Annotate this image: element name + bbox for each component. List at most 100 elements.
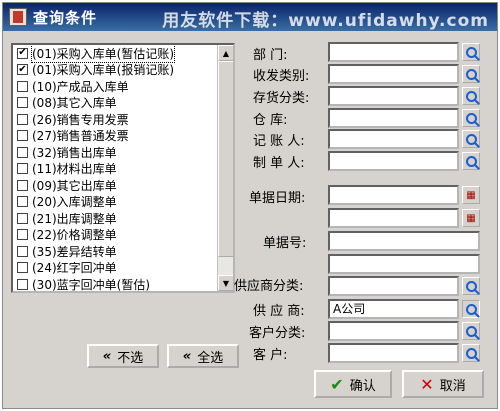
document-type-list[interactable]: ✔ (01)采购入库单(暂估记账) ✔ (01)采购入库单(报销记账) (10)产成品入… — [11, 43, 235, 293]
cancel-button[interactable]: ✕ 取消 — [402, 370, 484, 398]
inventory-category-field[interactable] — [328, 86, 459, 106]
customer-label: 客 户: — [253, 348, 288, 363]
deselect-all-button[interactable]: « 不选 — [87, 344, 159, 368]
list-item[interactable]: (21)出库调整单 — [13, 210, 233, 227]
list-item[interactable]: (08)其它入库单 — [13, 95, 233, 112]
list-item[interactable]: (26)销售专用发票 — [13, 111, 233, 128]
list-item-label: (09)其它出库单 — [32, 178, 117, 193]
cancel-x-icon: ✕ — [420, 374, 434, 394]
list-item[interactable]: ✔ (01)采购入库单(暂估记账) — [13, 45, 233, 63]
search-icon — [465, 46, 477, 58]
checkbox-icon[interactable] — [17, 146, 28, 158]
list-item[interactable]: (32)销售出库单 — [13, 144, 233, 161]
checkbox-icon[interactable] — [17, 262, 28, 274]
checkbox-checked-icon[interactable]: ✔ — [17, 47, 28, 59]
search-icon — [465, 155, 477, 167]
customer-field[interactable] — [328, 343, 459, 363]
select-all-button[interactable]: « 全选 — [167, 344, 239, 368]
checkbox-checked-icon[interactable]: ✔ — [17, 64, 28, 76]
checkbox-icon[interactable] — [17, 179, 28, 191]
list-item[interactable]: (27)销售普通发票 — [13, 128, 233, 145]
deselect-icon: « — [102, 348, 112, 364]
cancel-label: 取消 — [439, 378, 466, 394]
customer-category-field[interactable] — [328, 321, 459, 341]
scroll-up-button[interactable]: ▲ — [218, 45, 233, 61]
department-label: 部 门: — [253, 48, 288, 63]
maker-lookup-button[interactable] — [462, 152, 480, 170]
checkbox-icon[interactable] — [17, 196, 28, 208]
checkbox-icon[interactable] — [17, 229, 28, 241]
list-item-label: (27)销售普通发票 — [32, 129, 129, 144]
list-item[interactable]: (10)产成品入库单 — [13, 78, 233, 95]
list-item-label: (08)其它入库单 — [32, 96, 117, 111]
inventory-category-lookup-button[interactable] — [462, 87, 480, 105]
department-field[interactable] — [328, 42, 459, 62]
txn-category-label: 收发类别: — [253, 69, 310, 84]
scroll-down-button[interactable]: ▼ — [218, 275, 233, 291]
ok-button[interactable]: ✔ 确认 — [314, 370, 392, 398]
customer-category-lookup-button[interactable] — [462, 322, 480, 340]
checkbox-icon[interactable] — [17, 130, 28, 142]
bookkeeper-lookup-button[interactable] — [462, 130, 480, 148]
txn-category-field[interactable] — [328, 64, 459, 84]
supplier-category-lookup-button[interactable] — [462, 277, 480, 295]
list-item[interactable]: (22)价格调整单 — [13, 227, 233, 244]
warehouse-lookup-button[interactable] — [462, 109, 480, 127]
warehouse-field[interactable] — [328, 108, 459, 128]
list-item[interactable]: (20)入库调整单 — [13, 194, 233, 211]
doc-no-to-field[interactable] — [328, 254, 480, 274]
maker-label: 制 单 人: — [253, 156, 305, 171]
list-item[interactable]: (35)差异结转单 — [13, 243, 233, 260]
search-icon — [465, 90, 477, 102]
maker-field[interactable] — [328, 151, 459, 171]
search-icon — [465, 112, 477, 124]
watermark: 用友软件下载：www.ufidawhy.com — [162, 11, 489, 31]
date-to-field[interactable] — [328, 208, 459, 228]
list-item[interactable]: (30)蓝字回冲单(暂估) — [13, 276, 233, 291]
select-all-icon: « — [182, 348, 192, 364]
list-item[interactable]: ✔ (01)采购入库单(报销记账) — [13, 62, 233, 79]
list-item[interactable]: (11)材料出库单 — [13, 161, 233, 178]
arrow-down-icon: ▼ — [222, 278, 230, 288]
list-item-label: (01)采购入库单(暂估记账) — [31, 45, 175, 63]
department-lookup-button[interactable] — [462, 43, 480, 61]
list-item[interactable]: (09)其它出库单 — [13, 177, 233, 194]
list-item-label: (21)出库调整单 — [32, 211, 117, 226]
checkbox-icon[interactable] — [17, 97, 28, 109]
txn-category-lookup-button[interactable] — [462, 65, 480, 83]
supplier-category-label: 供应商分类: — [234, 279, 304, 294]
search-icon — [465, 133, 477, 145]
bookkeeper-field[interactable] — [328, 129, 459, 149]
query-condition-dialog: 查询条件 用友软件下载：www.ufidawhy.com ✔ (01)采购入库单(… — [2, 2, 498, 409]
list-scrollbar[interactable]: ▲ ▼ — [217, 45, 233, 291]
checkbox-icon[interactable] — [17, 278, 28, 290]
date-to-calendar-button[interactable]: ▦ — [462, 209, 480, 227]
list-item-label: (22)价格调整单 — [32, 228, 117, 243]
window-title: 查询条件 — [33, 8, 98, 27]
deselect-label: 不选 — [117, 350, 144, 366]
checkbox-icon[interactable] — [17, 212, 28, 224]
checkmark-icon: ✔ — [330, 374, 344, 394]
warehouse-label: 仓 库: — [253, 113, 288, 128]
list-item[interactable]: (24)红字回冲单 — [13, 260, 233, 277]
list-item-label: (32)销售出库单 — [32, 145, 117, 160]
date-from-field[interactable] — [328, 185, 459, 205]
date-from-calendar-button[interactable]: ▦ — [462, 186, 480, 204]
customer-lookup-button[interactable] — [462, 344, 480, 362]
checkbox-icon[interactable] — [17, 113, 28, 125]
checkbox-icon[interactable] — [17, 80, 28, 92]
list-item-label: (01)采购入库单(报销记账) — [32, 63, 174, 78]
search-icon — [465, 280, 477, 292]
list-item-label: (26)销售专用发票 — [32, 112, 129, 127]
list-item-label: (10)产成品入库单 — [32, 79, 129, 94]
supplier-label: 供 应 商: — [253, 304, 305, 319]
checkbox-icon[interactable] — [17, 163, 28, 175]
title-bar: 查询条件 用友软件下载：www.ufidawhy.com — [3, 3, 497, 31]
supplier-lookup-button[interactable] — [462, 300, 480, 318]
doc-no-from-field[interactable] — [328, 231, 480, 251]
supplier-field[interactable]: A公司 — [328, 299, 459, 319]
calendar-icon: ▦ — [466, 212, 476, 224]
supplier-category-field[interactable] — [328, 276, 459, 296]
checkbox-icon[interactable] — [17, 245, 28, 257]
scroll-thumb[interactable] — [218, 61, 233, 257]
